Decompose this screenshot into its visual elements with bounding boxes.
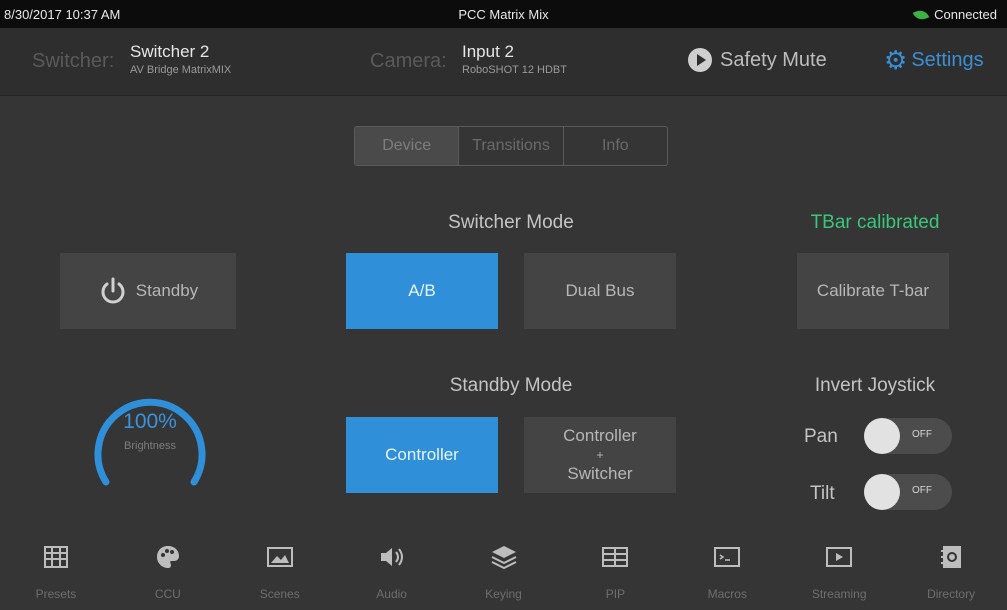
switcher-label: Switcher: [32, 50, 115, 72]
button-line-3: Switcher [567, 464, 633, 483]
settings-label: Settings [911, 48, 984, 71]
connection-label: Connected [934, 7, 997, 22]
safety-mute-button[interactable]: Safety Mute [688, 48, 827, 72]
connection-status: Connected [912, 7, 997, 22]
switcher-mode-title: Switcher Mode [448, 212, 574, 233]
settings-button[interactable]: ⚙ Settings [884, 47, 984, 73]
pan-label: Pan [804, 426, 838, 447]
nav-label: CCU [154, 587, 181, 601]
tilt-label: Tilt [810, 483, 835, 504]
switcher-name: Switcher 2 [130, 42, 210, 61]
tab-bar: Device Transitions Info [354, 126, 668, 166]
toggle-knob [864, 418, 900, 454]
status-bar: 8/30/2017 10:37 AM PCC Matrix Mix Connec… [0, 0, 1007, 28]
calibrate-tbar-button[interactable]: Calibrate T-bar [797, 253, 949, 329]
brightness-gauge[interactable] [88, 376, 212, 500]
play-icon [688, 48, 712, 72]
nav-label: Audio [376, 587, 407, 601]
invert-joystick-title: Invert Joystick [814, 375, 936, 396]
standby-label: Standby [135, 281, 199, 300]
nav-label: Macros [707, 587, 747, 601]
image-icon [265, 543, 295, 571]
tab-device[interactable]: Device [355, 127, 460, 165]
standby-button[interactable]: Standby [60, 253, 236, 329]
mode-dual-bus-button[interactable]: Dual Bus [524, 253, 676, 329]
nav-label: PIP [605, 587, 626, 601]
nav-scenes[interactable]: Scenes [224, 535, 336, 610]
nav-macros[interactable]: Macros [671, 535, 783, 610]
nav-pip[interactable]: PIP [559, 535, 671, 610]
nav-label: Presets [35, 587, 77, 601]
address-book-icon [936, 543, 966, 571]
standby-controller-button[interactable]: Controller [346, 417, 498, 493]
terminal-icon [712, 543, 742, 571]
pip-icon [600, 543, 630, 571]
toggle-knob [864, 474, 900, 510]
nav-label: Directory [927, 587, 976, 601]
nav-keying[interactable]: Keying [448, 535, 560, 610]
standby-mode-title: Standby Mode [449, 375, 573, 396]
button-line-2: + [596, 448, 604, 462]
camera-device: RoboSHOT 12 HDBT [462, 64, 567, 76]
tab-info[interactable]: Info [564, 127, 667, 165]
nav-audio[interactable]: Audio [336, 535, 448, 610]
nav-label: Keying [485, 587, 522, 601]
tilt-state: OFF [912, 485, 932, 496]
leaf-icon [912, 7, 930, 22]
pan-toggle[interactable]: OFF [864, 418, 952, 454]
nav-presets[interactable]: Presets [0, 535, 112, 610]
standby-controller-switcher-button[interactable]: Controller + Switcher [524, 417, 676, 493]
button-line-1: Controller [563, 426, 637, 445]
mode-ab-button[interactable]: A/B [346, 253, 498, 329]
pan-state: OFF [912, 429, 932, 440]
camera-name: Input 2 [462, 42, 514, 61]
nav-ccu[interactable]: CCU [112, 535, 224, 610]
layers-icon [489, 543, 519, 571]
tilt-toggle[interactable]: OFF [864, 474, 952, 510]
camera-label: Camera: [370, 50, 447, 72]
window-title: PCC Matrix Mix [458, 7, 549, 22]
power-icon [98, 276, 128, 306]
gear-icon: ⚙ [884, 45, 908, 75]
nav-label: Streaming [811, 587, 867, 601]
nav-label: Scenes [259, 587, 300, 601]
speaker-icon [377, 543, 407, 571]
palette-icon [153, 543, 183, 571]
safety-mute-label: Safety Mute [720, 48, 827, 71]
switcher-device: AV Bridge MatrixMIX [130, 64, 232, 76]
grid-icon [41, 543, 71, 571]
tbar-status: TBar calibrated [810, 212, 940, 233]
brightness-label: Brightness [124, 440, 176, 452]
play-icon [824, 543, 854, 571]
brightness-value: 100% [123, 410, 177, 433]
bottom-nav: Presets CCU Scenes Audio Keying PIP Macr… [0, 535, 1007, 610]
header: Switcher: Switcher 2 AV Bridge MatrixMIX… [0, 28, 1007, 96]
nav-streaming[interactable]: Streaming [783, 535, 895, 610]
tab-transitions[interactable]: Transitions [459, 127, 564, 165]
nav-directory[interactable]: Directory [895, 535, 1007, 610]
